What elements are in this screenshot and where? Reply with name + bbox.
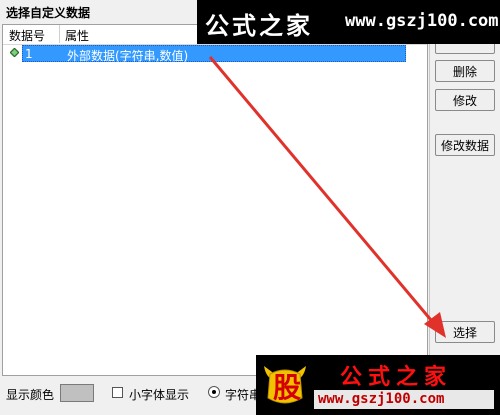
watermark-url: www.gszj100.com	[345, 11, 499, 31]
diamond-icon	[10, 48, 19, 57]
watermark-title: 公式之家	[205, 12, 313, 40]
watermark-url-bar: www.gszj100.com	[314, 390, 494, 409]
watermark-title: 公式之家	[340, 365, 453, 390]
button-panel: 删除 修改 修改数据 选择	[429, 24, 500, 376]
column-header-attribute[interactable]: 属性	[65, 27, 89, 44]
column-divider[interactable]	[59, 25, 60, 43]
row-attribute: 外部数据(字符串,数值)	[67, 49, 189, 63]
delete-button[interactable]: 删除	[435, 60, 495, 82]
small-font-checkbox[interactable]	[112, 387, 123, 398]
table-row[interactable]: 1 外部数据(字符串,数值)	[6, 45, 406, 63]
modify-data-button[interactable]: 修改数据	[435, 134, 495, 156]
window-title: 选择自定义数据	[6, 6, 91, 20]
row-id: 1	[25, 47, 33, 61]
modify-button[interactable]: 修改	[435, 89, 495, 111]
watermark-url: www.gszj100.com	[318, 391, 445, 407]
column-header-id[interactable]: 数据号	[9, 27, 45, 44]
color-swatch[interactable]	[60, 384, 94, 402]
logo-character: 股	[273, 371, 302, 404]
row-selection: 1 外部数据(字符串,数值)	[22, 45, 406, 63]
select-button[interactable]: 选择	[435, 321, 495, 343]
display-color-label: 显示颜色	[6, 388, 55, 402]
small-font-label: 小字体显示	[129, 388, 190, 402]
string-radio[interactable]	[208, 386, 220, 398]
watermark-top: 公式之家 www.gszj100.com	[197, 0, 500, 44]
data-list[interactable]: 数据号 属性 1 外部数据(字符串,数值)	[2, 24, 428, 376]
watermark-bottom: 股 公式之家 www.gszj100.com	[256, 355, 500, 415]
